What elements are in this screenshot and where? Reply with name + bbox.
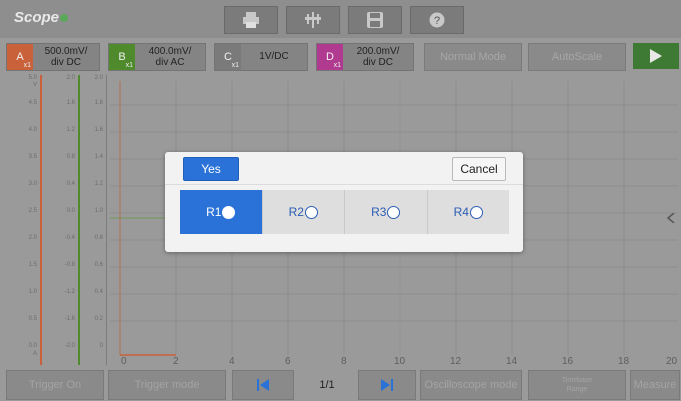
x-tick: 18 bbox=[618, 356, 630, 367]
x-tick: 4 bbox=[229, 356, 235, 367]
x-tick: 0 bbox=[121, 356, 127, 367]
channel-b-tag: Bx1 bbox=[109, 44, 135, 70]
print-icon bbox=[243, 12, 259, 28]
timebase-range-button[interactable]: Timebase Range bbox=[528, 370, 626, 400]
channel-d-scale: 200.0mV/div DC bbox=[356, 46, 400, 68]
channel-a-scale: 500.0mV/div DC bbox=[44, 46, 88, 68]
radio-selected-icon bbox=[222, 205, 236, 219]
radio-icon bbox=[387, 205, 401, 219]
x-tick: 16 bbox=[562, 356, 574, 367]
autoscale-button[interactable]: AutoScale bbox=[528, 43, 626, 71]
channel-c-axis: 2.0 1.8 1.6 1.4 1.2 1.0 0.8 0.6 0.4 0.2 … bbox=[94, 75, 103, 349]
channel-b-axis-line bbox=[78, 75, 80, 365]
run-button[interactable] bbox=[633, 43, 679, 69]
x-tick: 6 bbox=[285, 356, 291, 367]
measure-button[interactable]: Measure bbox=[630, 370, 680, 400]
channel-b-axis: 2.0 1.6 1.2 0.8 0.4 0.0 -0.4 -0.8 -1.2 -… bbox=[64, 75, 75, 349]
app-logo: Scope bbox=[14, 9, 69, 26]
channel-d-button[interactable]: Dx1 200.0mV/div DC bbox=[316, 43, 414, 71]
skip-previous-icon bbox=[257, 379, 269, 391]
dialog-divider bbox=[165, 184, 523, 185]
channel-a-axis: 5.0 V 4.5 4.0 3.5 3.0 2.5 2.0 1.5 1.0 0.… bbox=[28, 75, 37, 357]
trigger-mode-button[interactable]: Trigger mode bbox=[108, 370, 226, 400]
radio-icon bbox=[469, 205, 483, 219]
x-tick: 2 bbox=[173, 356, 179, 367]
skip-next-icon bbox=[381, 379, 393, 391]
scope-app: Scope ? Ax1 500.0mV/div DC Bx1 400.0mV/d… bbox=[0, 0, 681, 401]
bottom-bar: Trigger On Trigger mode 1/1 Oscilloscope… bbox=[0, 367, 681, 401]
top-bar: Scope ? bbox=[0, 0, 681, 38]
next-page-button[interactable] bbox=[358, 370, 416, 400]
channel-c-axis-line bbox=[106, 75, 107, 365]
x-tick: 10 bbox=[394, 356, 406, 367]
option-r1[interactable]: R1 bbox=[180, 190, 263, 234]
cancel-button[interactable]: Cancel bbox=[452, 157, 506, 181]
option-r3[interactable]: R3 bbox=[345, 190, 428, 234]
normal-mode-button[interactable]: Normal Mode bbox=[424, 43, 522, 71]
marker-icon bbox=[305, 12, 321, 28]
page-indicator: 1/1 bbox=[296, 370, 358, 400]
save-button[interactable] bbox=[348, 6, 402, 34]
channel-row: Ax1 500.0mV/div DC Bx1 400.0mV/div AC Cx… bbox=[0, 40, 681, 72]
help-icon: ? bbox=[429, 12, 445, 28]
expand-panel-icon[interactable] bbox=[667, 213, 675, 223]
channel-c-button[interactable]: Cx1 1V/DC bbox=[214, 43, 308, 71]
print-button[interactable] bbox=[224, 6, 278, 34]
previous-page-button[interactable] bbox=[232, 370, 294, 400]
marker-button[interactable] bbox=[286, 6, 340, 34]
option-r4[interactable]: R4 bbox=[427, 190, 509, 234]
x-tick: 12 bbox=[450, 356, 462, 367]
channel-a-axis-line bbox=[40, 75, 42, 365]
x-tick: 14 bbox=[506, 356, 518, 367]
channel-b-button[interactable]: Bx1 400.0mV/div AC bbox=[108, 43, 206, 71]
x-tick: 8 bbox=[341, 356, 347, 367]
channel-d-tag: Dx1 bbox=[317, 44, 343, 70]
channel-a-tag: Ax1 bbox=[7, 44, 33, 70]
channel-a-button[interactable]: Ax1 500.0mV/div DC bbox=[6, 43, 100, 71]
option-r2[interactable]: R2 bbox=[262, 190, 345, 234]
channel-b-scale: 400.0mV/div AC bbox=[148, 46, 192, 68]
yes-button[interactable]: Yes bbox=[183, 157, 239, 181]
save-icon bbox=[367, 12, 383, 28]
oscilloscope-mode-button[interactable]: Oscilloscope mode bbox=[420, 370, 522, 400]
option-group: R1 R2 R3 R4 bbox=[180, 190, 509, 234]
channel-c-scale: 1V/DC bbox=[259, 51, 289, 62]
channel-c-tag: Cx1 bbox=[215, 44, 241, 70]
select-channel-dialog: Yes Cancel R1 R2 R3 R4 bbox=[165, 152, 523, 252]
trigger-on-button[interactable]: Trigger On bbox=[6, 370, 104, 400]
svg-text:?: ? bbox=[434, 15, 440, 27]
radio-icon bbox=[304, 205, 318, 219]
x-tick: 20 bbox=[666, 356, 678, 367]
play-icon bbox=[650, 49, 662, 63]
help-button[interactable]: ? bbox=[410, 6, 464, 34]
